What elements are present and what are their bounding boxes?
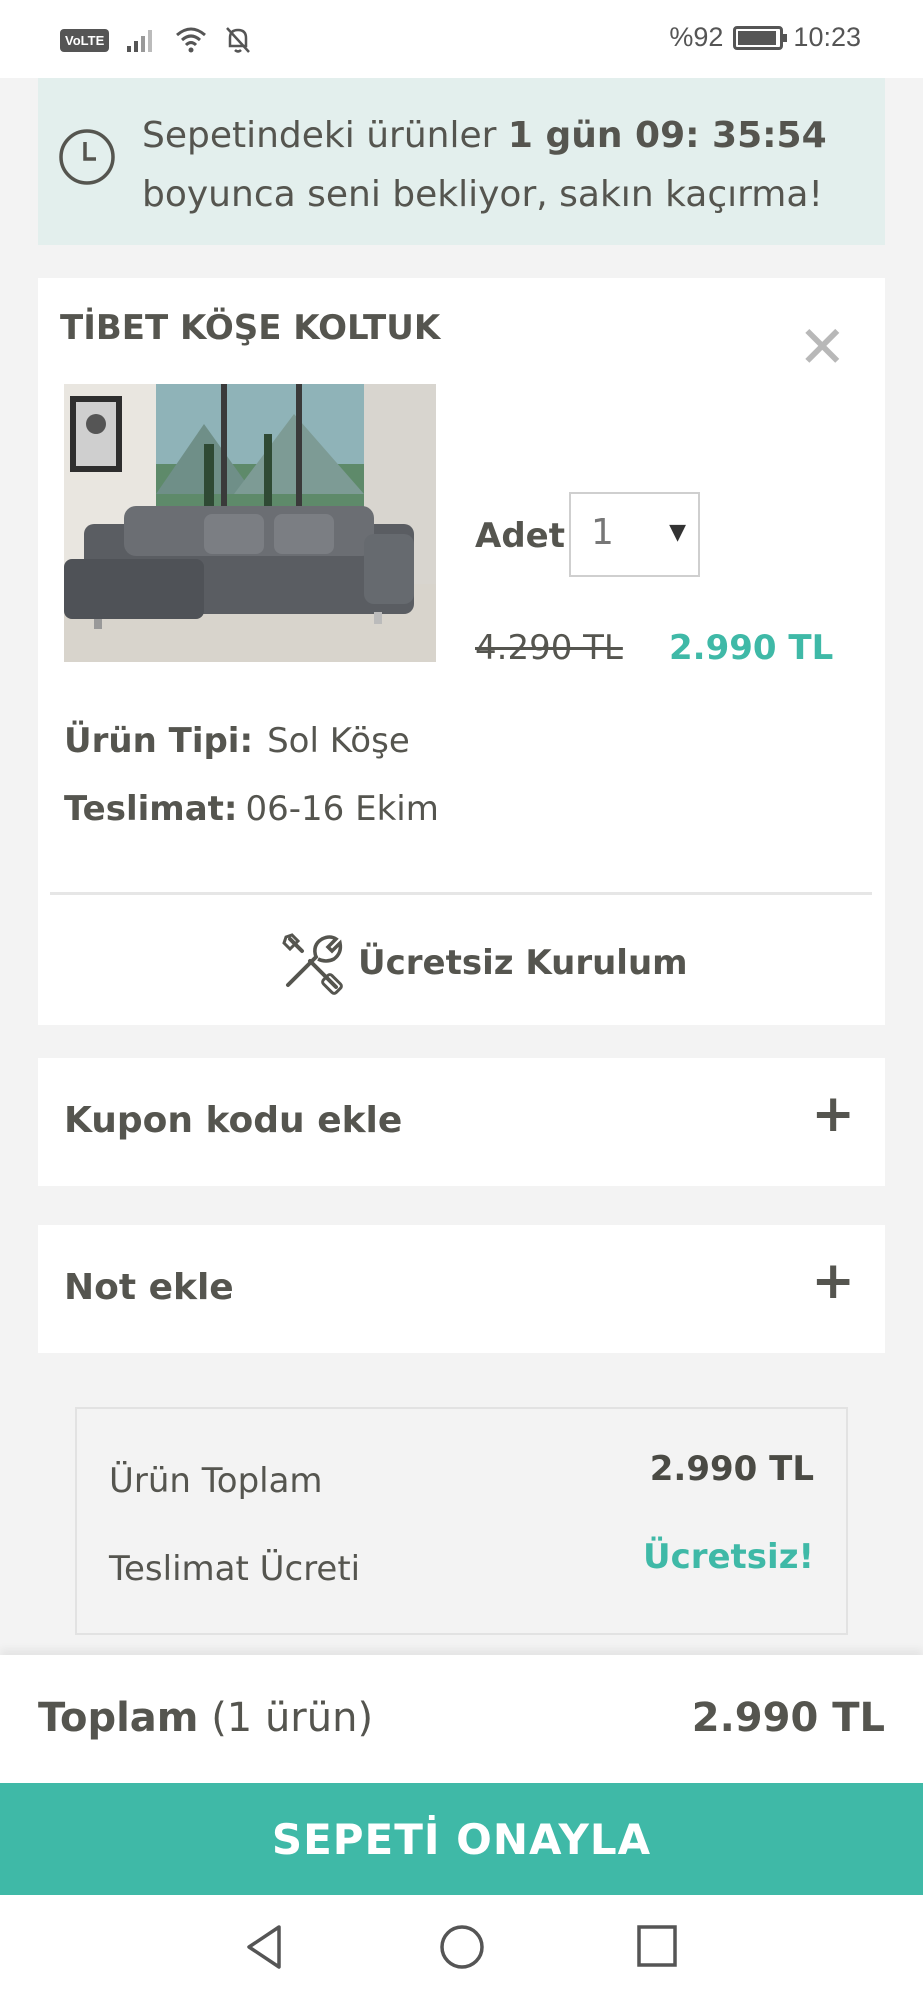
product-type-row: Ürün Tipi: Sol Köşe [64, 721, 410, 761]
status-bar: VoLTE %92 10:23 [0, 0, 923, 78]
delivery-row: Teslimat: 06-16 Ekim [64, 789, 439, 829]
old-price: 4.290 TL [475, 628, 623, 668]
divider [50, 892, 872, 895]
order-summary: Ürün Toplam 2.990 TL Teslimat Ücreti Ücr… [75, 1407, 848, 1635]
delivery-value: 06-16 Ekim [245, 789, 439, 829]
product-total-value: 2.990 TL [649, 1449, 814, 1489]
timer-text-after: boyunca seni bekliyor, sakın kaçırma! [142, 174, 823, 215]
product-total-label: Ürün Toplam [109, 1461, 323, 1501]
volte-badge: VoLTE [60, 28, 110, 52]
timer-text-before: Sepetindeki ürünler [142, 115, 508, 156]
dropdown-arrow-icon: ▼ [669, 520, 686, 545]
navigation-bar [0, 1895, 923, 2000]
add-note-accordion[interactable]: Not ekle + [38, 1225, 885, 1353]
signal-icon [127, 30, 153, 52]
total-label: Toplam [38, 1695, 199, 1741]
timer-countdown: 1 gün 09: 35:54 [507, 115, 827, 156]
status-bar-left: VoLTE [60, 26, 251, 54]
new-price: 2.990 TL [669, 628, 834, 668]
status-bar-right: %92 10:23 [669, 22, 861, 53]
clock-time: 10:23 [793, 22, 861, 52]
timer-message: Sepetindeki ürünler 1 gün 09: 35:54 boyu… [142, 106, 827, 224]
battery-percent: %92 [669, 22, 724, 52]
total-label-group: Toplam (1 ürün) [38, 1695, 373, 1741]
tools-icon [282, 933, 343, 995]
delivery-fee-label: Teslimat Ücreti [109, 1549, 361, 1589]
total-value: 2.990 TL [691, 1695, 885, 1741]
bell-muted-icon [226, 27, 251, 53]
clock-icon [59, 129, 115, 185]
product-type-value: Sol Köşe [267, 721, 410, 761]
delivery-label: Teslimat: [64, 789, 238, 829]
total-bar: Toplam (1 ürün) 2.990 TL [0, 1655, 923, 1783]
confirm-cart-button[interactable]: SEPETİ ONAYLA [0, 1783, 923, 1895]
remove-item-close-icon[interactable]: ✕ [798, 318, 847, 376]
note-label: Not ekle [64, 1267, 234, 1308]
back-icon[interactable] [243, 1923, 285, 1971]
cart-timer-banner: Sepetindeki ürünler 1 gün 09: 35:54 boyu… [38, 78, 885, 245]
wifi-icon [176, 27, 207, 53]
quantity-value: 1 [591, 512, 614, 553]
product-name[interactable]: TİBET KÖŞE KOLTUK [60, 308, 440, 348]
battery-icon [733, 25, 788, 50]
plus-icon[interactable]: + [811, 1088, 855, 1140]
product-image[interactable] [64, 384, 436, 662]
cart-item-card: TİBET KÖŞE KOLTUK ✕ Adet 1 ▼ 4.290 TL 2.… [38, 278, 885, 1025]
quantity-label: Adet [475, 516, 565, 556]
add-coupon-accordion[interactable]: Kupon kodu ekle + [38, 1058, 885, 1186]
quantity-select[interactable]: 1 ▼ [569, 492, 700, 577]
free-installation-label: Ücretsiz Kurulum [358, 943, 688, 983]
delivery-fee-value: Ücretsiz! [642, 1537, 814, 1577]
coupon-label: Kupon kodu ekle [64, 1100, 403, 1141]
product-type-label: Ürün Tipi: [64, 721, 254, 761]
total-item-count: (1 ürün) [211, 1695, 374, 1741]
plus-icon[interactable]: + [811, 1255, 855, 1307]
free-installation: Ücretsiz Kurulum [280, 928, 688, 998]
home-icon[interactable] [438, 1923, 486, 1971]
recents-icon[interactable] [636, 1923, 678, 1969]
